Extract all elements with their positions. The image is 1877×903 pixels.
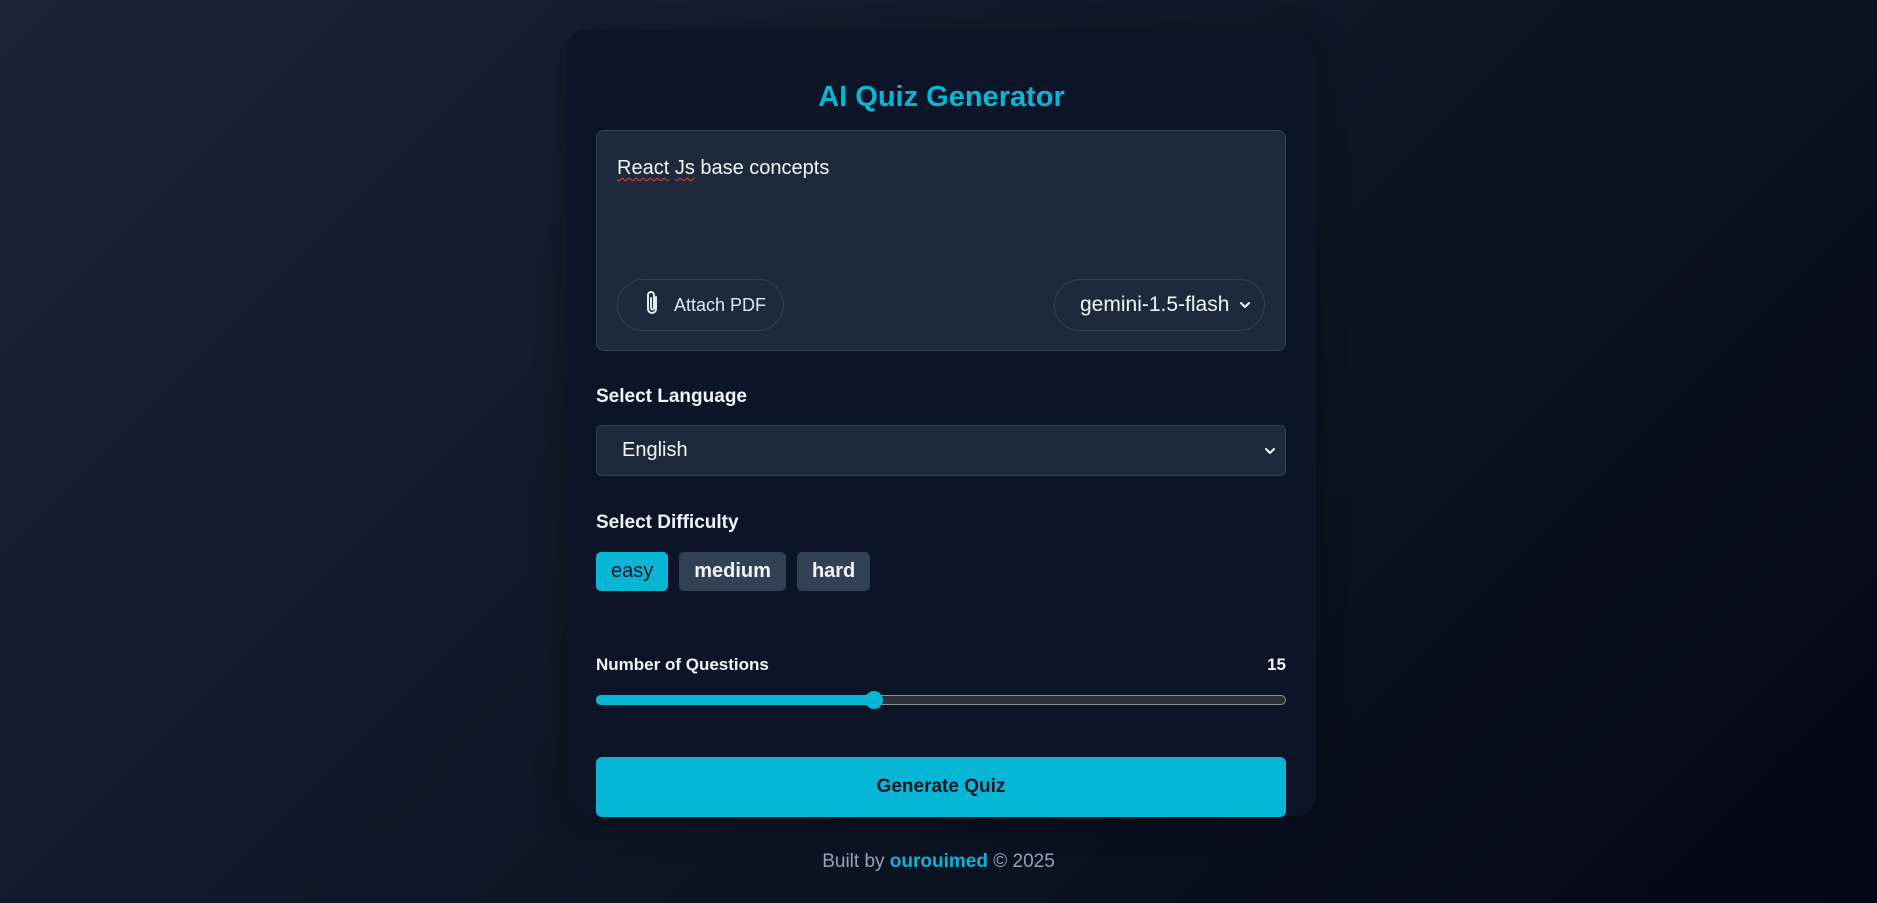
chevron-down-icon bbox=[1240, 302, 1250, 308]
attach-pdf-label: Attach PDF bbox=[674, 294, 767, 315]
questions-label: Number of Questions bbox=[596, 655, 769, 674]
prompt-rest: base concepts bbox=[694, 157, 830, 179]
footer: Built by ourouimed © 2025 bbox=[0, 851, 1877, 873]
model-select[interactable]: gemini-1.5-flash bbox=[1054, 279, 1265, 331]
difficulty-easy-button[interactable]: easy bbox=[596, 552, 669, 591]
footer-suffix: © 2025 bbox=[987, 851, 1055, 872]
questions-slider[interactable] bbox=[596, 691, 1286, 709]
model-selected-value: gemini-1.5-flash bbox=[1080, 293, 1230, 316]
difficulty-options: easy medium hard bbox=[596, 552, 871, 591]
prompt-textarea[interactable]: React Js base concepts Attach PDF gemini… bbox=[596, 130, 1286, 351]
prompt-word-react: React bbox=[617, 157, 670, 179]
difficulty-hard-button[interactable]: hard bbox=[796, 552, 871, 591]
slider-fill bbox=[596, 695, 875, 705]
paperclip-icon bbox=[640, 289, 664, 322]
prompt-text: React Js base concepts bbox=[617, 157, 829, 180]
page-title: AI Quiz Generator bbox=[818, 81, 1065, 113]
generate-quiz-button[interactable]: Generate Quiz bbox=[596, 757, 1286, 817]
questions-count: 15 bbox=[1267, 655, 1286, 674]
language-label: Select Language bbox=[596, 386, 747, 407]
attach-pdf-button[interactable]: Attach PDF bbox=[617, 279, 784, 331]
slider-thumb[interactable] bbox=[865, 691, 884, 709]
chevron-down-icon bbox=[1265, 448, 1275, 454]
footer-prefix: Built by bbox=[822, 851, 890, 872]
difficulty-label: Select Difficulty bbox=[596, 512, 739, 533]
difficulty-medium-button[interactable]: medium bbox=[679, 552, 786, 591]
prompt-word-js: Js bbox=[674, 157, 695, 179]
language-selected-value: English bbox=[622, 439, 688, 461]
footer-author-link[interactable]: ourouimed bbox=[890, 851, 988, 872]
language-select[interactable]: English bbox=[596, 425, 1286, 476]
quiz-card: AI Quiz Generator React Js base concepts… bbox=[567, 30, 1316, 817]
